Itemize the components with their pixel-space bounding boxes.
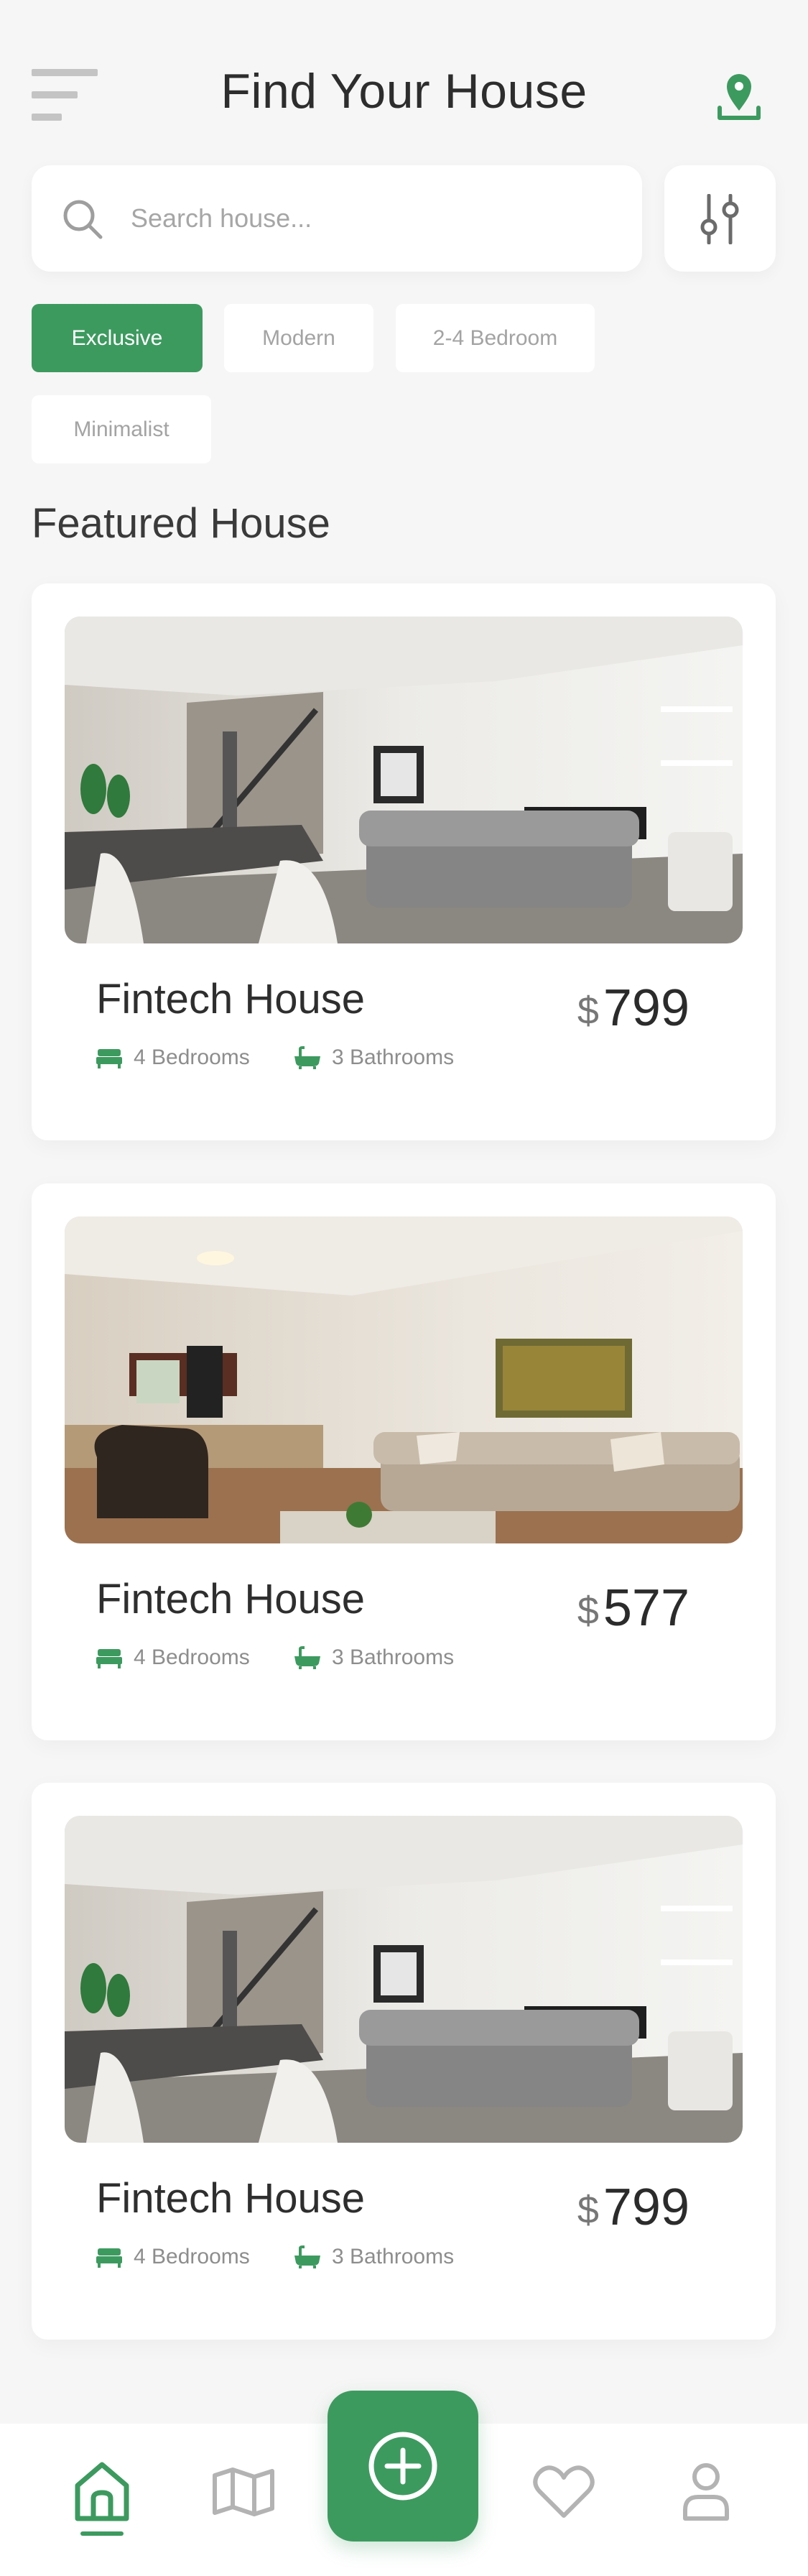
- listing-title: Fintech House: [96, 1576, 365, 1622]
- filter-button[interactable]: [664, 165, 776, 272]
- listing-price: $ 799: [577, 2178, 689, 2237]
- bathrooms-label: 3 Bathrooms: [332, 1045, 455, 1069]
- user-icon: [683, 2463, 729, 2521]
- plus-circle-icon: [368, 2432, 437, 2501]
- nav-map[interactable]: [204, 2452, 283, 2531]
- currency-symbol: $: [577, 1589, 599, 1633]
- home-icon: [75, 2462, 129, 2521]
- bathrooms-info: 3 Bathrooms: [294, 1045, 454, 1070]
- listing-card[interactable]: Fintech House $ 577 4 Bedrooms 3 Bathroo…: [32, 1183, 776, 1740]
- search-icon: [60, 197, 105, 241]
- bathtub-icon: [294, 1046, 320, 1069]
- price-value: 577: [603, 1579, 689, 1637]
- bedrooms-info: 4 Bedrooms: [96, 2245, 250, 2269]
- bathrooms-info: 3 Bathrooms: [294, 1645, 454, 1670]
- chip-minimalist[interactable]: Minimalist: [32, 395, 211, 463]
- search-bar[interactable]: [32, 165, 642, 272]
- add-button[interactable]: [328, 2391, 478, 2542]
- bedrooms-label: 4 Bedrooms: [134, 1645, 250, 1669]
- nav-profile[interactable]: [667, 2452, 746, 2531]
- bathrooms-label: 3 Bathrooms: [332, 2245, 455, 2268]
- price-value: 799: [603, 979, 689, 1037]
- search-input[interactable]: [131, 193, 619, 244]
- header: Find Your House: [0, 0, 808, 165]
- section-title: Featured House: [32, 500, 330, 547]
- active-indicator: [80, 2531, 124, 2536]
- bathtub-icon: [294, 2245, 320, 2268]
- chip-exclusive[interactable]: Exclusive: [32, 304, 203, 372]
- bedrooms-info: 4 Bedrooms: [96, 1645, 250, 1670]
- listing-card[interactable]: Fintech House $ 799 4 Bedrooms 3 Bathroo…: [32, 583, 776, 1140]
- map-pin-icon[interactable]: [711, 66, 767, 122]
- price-value: 799: [603, 2179, 689, 2236]
- bedrooms-info: 4 Bedrooms: [96, 1045, 250, 1070]
- heart-icon: [533, 2465, 595, 2518]
- bed-icon: [96, 1049, 122, 1068]
- listing-photo: [65, 1217, 743, 1543]
- currency-symbol: $: [577, 2189, 599, 2232]
- chip-modern[interactable]: Modern: [224, 304, 373, 372]
- listing-card[interactable]: Fintech House $ 799 4 Bedrooms 3 Bathroo…: [32, 1783, 776, 2340]
- bedrooms-label: 4 Bedrooms: [134, 1045, 250, 1069]
- listing-photo: [65, 1816, 743, 2143]
- chip-2-4-bedroom[interactable]: 2-4 Bedroom: [396, 304, 595, 372]
- listing-title: Fintech House: [96, 976, 365, 1022]
- bed-icon: [96, 2248, 122, 2268]
- listing-price: $ 577: [577, 1579, 689, 1638]
- listing-title: Fintech House: [96, 2175, 365, 2222]
- sliders-icon: [700, 194, 739, 244]
- bathrooms-info: 3 Bathrooms: [294, 2245, 454, 2269]
- bedrooms-label: 4 Bedrooms: [134, 2245, 250, 2268]
- page-title: Find Your House: [220, 64, 588, 119]
- bathrooms-label: 3 Bathrooms: [332, 1645, 455, 1669]
- listing-price: $ 799: [577, 979, 689, 1038]
- listing-photo: [65, 617, 743, 943]
- map-icon: [213, 2467, 274, 2516]
- bathtub-icon: [294, 1646, 320, 1669]
- nav-home[interactable]: [62, 2452, 141, 2531]
- currency-symbol: $: [577, 989, 599, 1033]
- bed-icon: [96, 1649, 122, 1668]
- nav-favorites[interactable]: [524, 2452, 603, 2531]
